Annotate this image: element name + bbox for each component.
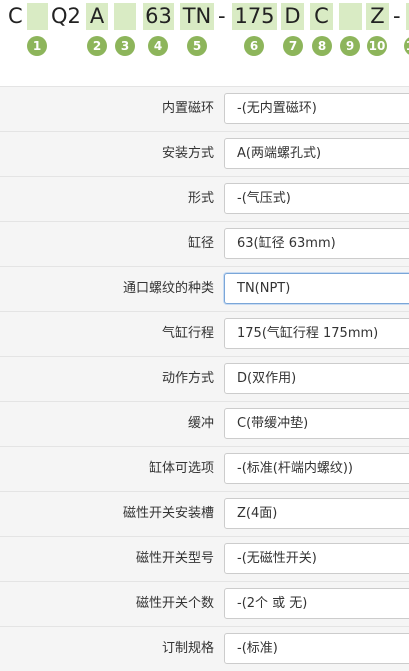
option-row-bore: 缸径 63(缸径 63mm)	[0, 221, 409, 266]
position-number-badge: 10	[367, 36, 387, 56]
code-text: 175	[234, 4, 275, 28]
position-number-badge: 2	[87, 36, 107, 56]
option-row-body-option: 缸体可选项 -(标准(杆端内螺纹))	[0, 446, 409, 491]
code-text: 63	[145, 4, 172, 28]
code-text: Z	[370, 4, 385, 28]
magnet-select[interactable]: -(无内置磁环)	[224, 93, 409, 124]
position-number-badge: 7	[283, 36, 303, 56]
code-text: A	[89, 4, 105, 28]
option-label: 磁性开关个数	[135, 596, 214, 611]
position-number-badge: 9	[340, 36, 360, 56]
type-select[interactable]: -(气压式)	[224, 183, 409, 214]
position-number-badge: 6	[244, 36, 264, 56]
code-segment-switch-groove[interactable]: Z	[366, 3, 389, 30]
option-label: 气缸行程	[161, 326, 214, 341]
option-label: 缓冲	[187, 416, 214, 431]
code-segment-port[interactable]: TN	[180, 3, 214, 30]
code-segment-series: C	[8, 3, 28, 30]
cushion-select[interactable]: C(带缓冲垫)	[224, 408, 409, 439]
switch-groove-select[interactable]: Z(4面)	[224, 498, 409, 529]
option-label: 通口螺纹的种类	[122, 281, 214, 296]
code-segment-bore[interactable]: 63	[143, 3, 174, 30]
option-label: 形式	[187, 191, 214, 206]
body-option-select[interactable]: -(标准(杆端内螺纹))	[224, 453, 409, 484]
code-segment-action[interactable]: D	[281, 3, 304, 30]
code-text: Q2	[51, 4, 81, 28]
position-number-badge: 8	[312, 36, 332, 56]
option-row-mounting: 安装方式 A(两端螺孔式)	[0, 131, 409, 176]
code-text: -	[218, 4, 226, 28]
code-segment-magnet[interactable]	[27, 3, 48, 30]
option-label: 安装方式	[161, 146, 214, 161]
stroke-select[interactable]: 175(气缸行程 175mm)	[224, 318, 409, 349]
option-row-switch-count: 磁性开关个数 -(2个 或 无)	[0, 581, 409, 626]
code-segment-stroke[interactable]: 175	[232, 3, 277, 30]
option-label: 订制规格	[161, 641, 214, 656]
code-separator: -	[218, 3, 230, 30]
switch-model-select[interactable]: -(无磁性开关)	[224, 543, 409, 574]
mounting-select[interactable]: A(两端螺孔式)	[224, 138, 409, 169]
code-text: -	[393, 4, 401, 28]
code-text: D	[284, 4, 301, 28]
option-label: 缸体可选项	[148, 461, 214, 476]
option-label: 缸径	[187, 236, 214, 251]
position-number-badge: 3	[115, 36, 135, 56]
code-segment-mounting[interactable]: A	[86, 3, 108, 30]
port-thread-select[interactable]: TN(NPT)	[224, 273, 409, 304]
custom-spec-select[interactable]: -(标准)	[224, 633, 409, 664]
code-segment-body-option[interactable]	[339, 3, 362, 30]
option-row-magnet: 内置磁环 -(无内置磁环)	[0, 86, 409, 131]
option-label: 内置磁环	[161, 101, 214, 116]
option-row-switch-groove: 磁性开关安装槽 Z(4面)	[0, 491, 409, 536]
option-row-stroke: 气缸行程 175(气缸行程 175mm)	[0, 311, 409, 356]
option-row-type: 形式 -(气压式)	[0, 176, 409, 221]
option-row-action: 动作方式 D(双作用)	[0, 356, 409, 401]
code-separator: -	[393, 3, 405, 30]
option-row-port-thread: 通口螺纹的种类 TN(NPT)	[0, 266, 409, 311]
code-text: TN	[182, 4, 212, 28]
bore-select[interactable]: 63(缸径 63mm)	[224, 228, 409, 259]
code-text: C	[8, 4, 23, 28]
code-segment-type[interactable]	[114, 3, 136, 30]
option-label: 动作方式	[161, 371, 214, 386]
code-segment-q2: Q2	[51, 3, 85, 30]
part-code-strip: C Q2 A 63 TN - 175 D C Z - 1 2 3 4 5 6 7…	[0, 0, 409, 62]
position-number-badge: 5	[187, 36, 207, 56]
position-number-badge: 4	[148, 36, 168, 56]
option-row-custom-spec: 订制规格 -(标准)	[0, 626, 409, 671]
option-label: 磁性开关型号	[135, 551, 214, 566]
code-segment-cushion[interactable]: C	[310, 3, 333, 30]
code-text: C	[314, 4, 329, 28]
action-select[interactable]: D(双作用)	[224, 363, 409, 394]
option-label: 磁性开关安装槽	[122, 506, 214, 521]
switch-count-select[interactable]: -(2个 或 无)	[224, 588, 409, 619]
position-number-badge: 1	[27, 36, 47, 56]
option-row-cushion: 缓冲 C(带缓冲垫)	[0, 401, 409, 446]
position-number-badge: 11	[404, 36, 409, 56]
option-row-switch-model: 磁性开关型号 -(无磁性开关)	[0, 536, 409, 581]
